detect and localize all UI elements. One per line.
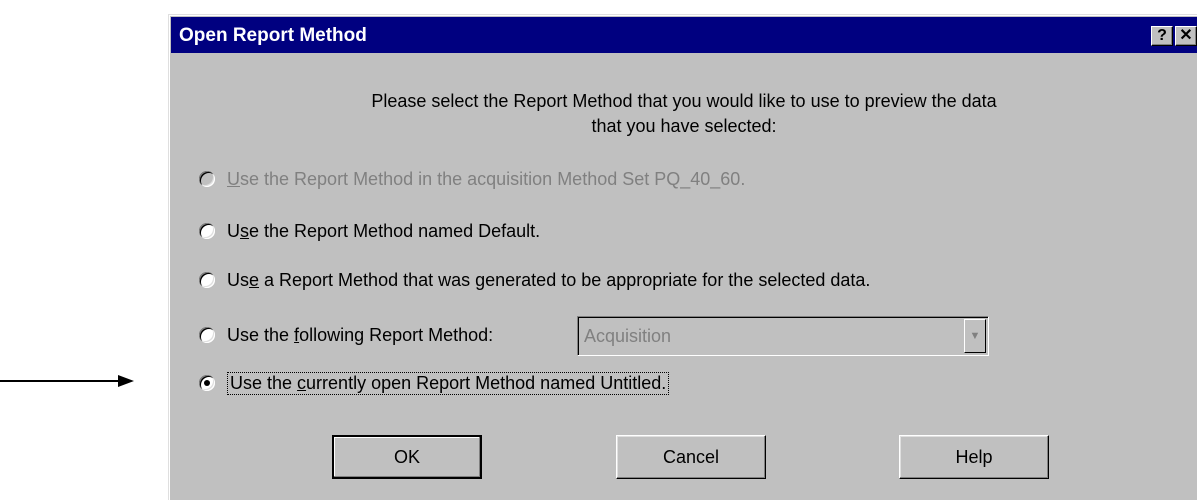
close-button[interactable]: ✕ [1175,26,1197,46]
cancel-button[interactable]: Cancel [616,435,766,479]
title-bar: Open Report Method ? ✕ [171,17,1197,53]
option-label[interactable]: Use the following Report Method: [227,325,493,346]
radio-button[interactable] [199,223,215,239]
help-button[interactable]: Help [899,435,1049,479]
dialog-title: Open Report Method [179,25,367,46]
option-label[interactable]: Use the Report Method named Default. [227,221,540,242]
prompt-text: Please select the Report Method that you… [279,89,1089,139]
option-acquisition-method-set: Use the Report Method in the acquisition… [199,167,745,191]
radio-button[interactable] [199,272,215,288]
radio-button-selected[interactable] [199,375,215,391]
report-method-dropdown[interactable]: Acquisition ▼ [577,316,989,356]
option-label: Use the Report Method in the acquisition… [227,168,746,189]
chevron-down-icon[interactable]: ▼ [964,319,986,353]
prompt-line-2: that you have selected: [591,116,777,136]
option-currently-open-method[interactable]: Use the currently open Report Method nam… [199,371,670,395]
radio-button [199,171,215,187]
option-label[interactable]: Use a Report Method that was generated t… [227,270,870,291]
dropdown-value: Acquisition [584,326,672,346]
open-report-method-dialog: Open Report Method ? ✕ Please select the… [168,14,1197,500]
option-generated-method[interactable]: Use a Report Method that was generated t… [199,268,870,292]
radio-button[interactable] [199,327,215,343]
help-title-button[interactable]: ? [1151,26,1173,46]
option-named-default[interactable]: Use the Report Method named Default. [199,219,540,243]
prompt-line-1: Please select the Report Method that you… [371,91,997,111]
ok-button[interactable]: OK [332,435,482,479]
annotation-arrow [0,375,134,387]
option-label[interactable]: Use the currently open Report Method nam… [227,371,670,395]
option-following-method[interactable]: Use the following Report Method: [199,323,493,347]
